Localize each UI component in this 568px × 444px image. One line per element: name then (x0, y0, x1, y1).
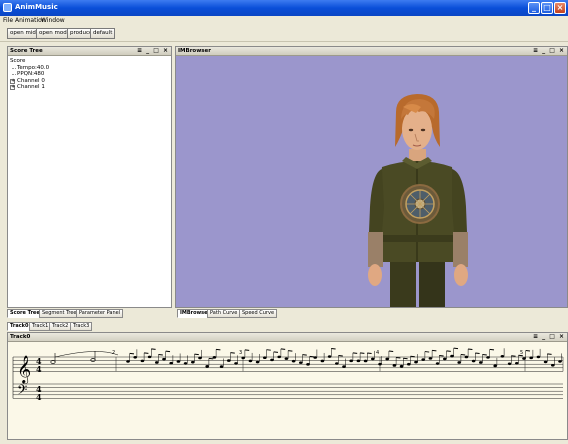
time-sig-bottom: 4 (36, 364, 42, 374)
expand-icon[interactable]: + (10, 78, 15, 84)
track-panel-header: Track0 ≡ _ □ × (8, 333, 567, 342)
score-tree-title: Score Tree (10, 48, 43, 54)
expand-icon[interactable]: + (10, 85, 15, 90)
time-sig-bottom-bass: 4 (36, 392, 42, 402)
close-button[interactable]: × (554, 2, 566, 14)
tab-parameter-panel[interactable]: Parameter Panel (76, 309, 124, 318)
default-button[interactable]: default (90, 28, 116, 39)
toolbar: open midi open model produce default (0, 26, 568, 42)
imbrowser-title: IMBrowser (178, 48, 211, 54)
menu-file[interactable]: File (3, 17, 13, 24)
tab-segment-tree[interactable]: Segment Tree (39, 309, 80, 318)
track-panel-title: Track0 (10, 334, 31, 340)
score-tree-header: Score Tree ≡ _ □ × (8, 47, 171, 56)
measure-number: 4 (376, 350, 379, 356)
menu-window[interactable]: Window (41, 17, 65, 24)
bass-clef-icon: 𝄢 (17, 382, 27, 401)
tab-score-tree[interactable]: Score Tree (7, 309, 43, 318)
panel-controls-icon[interactable]: ≡ _ □ × (137, 47, 169, 55)
track-panel: Track0 ≡ _ □ × 𝄞 𝄢 4 4 4 4 2 3 4 5 (7, 332, 568, 440)
imbrowser-header: IMBrowser ≡ _ □ × (176, 47, 567, 56)
3d-viewport[interactable] (176, 57, 567, 307)
music-staff[interactable]: 𝄞 𝄢 4 4 4 4 2 3 4 5 (8, 343, 567, 439)
title-bar: AnimMusic _ □ × (0, 0, 568, 16)
tab-track0[interactable]: Track0 (7, 322, 32, 331)
tab-speed-curve[interactable]: Speed Curve (239, 309, 278, 318)
imbrowser-panel: IMBrowser ≡ _ □ × (175, 46, 568, 308)
score-tree-panel: Score Tree ≡ _ □ × Score Tempo:40.0 PPQN… (7, 46, 172, 308)
avatar-character (368, 94, 468, 307)
tree-node-channel-1[interactable]: + Channel 1 (10, 84, 49, 91)
window-title: AnimMusic (15, 3, 58, 11)
staff-svg: 𝄞 𝄢 4 4 4 4 2 3 4 5 (12, 347, 564, 402)
tab-path-curve[interactable]: Path Curve (207, 309, 241, 318)
app-icon (3, 3, 12, 12)
menu-bar: File Animation Window (0, 16, 568, 26)
treble-clef-icon: 𝄞 (17, 355, 31, 384)
notes (50, 347, 562, 368)
measure-number: 3 (239, 350, 242, 356)
tab-track2[interactable]: Track2 (49, 322, 72, 331)
tab-track1[interactable]: Track1 (29, 322, 52, 331)
maximize-button[interactable]: □ (541, 2, 553, 14)
panel-controls-icon[interactable]: ≡ _ □ × (533, 47, 565, 55)
score-tree: Score Tempo:40.0 PPQN:480 + Channel 0 + Ch… (10, 58, 49, 91)
tab-track3[interactable]: Track3 (70, 322, 93, 331)
minimize-button[interactable]: _ (528, 2, 540, 14)
panel-controls-icon[interactable]: ≡ _ □ × (533, 333, 565, 341)
